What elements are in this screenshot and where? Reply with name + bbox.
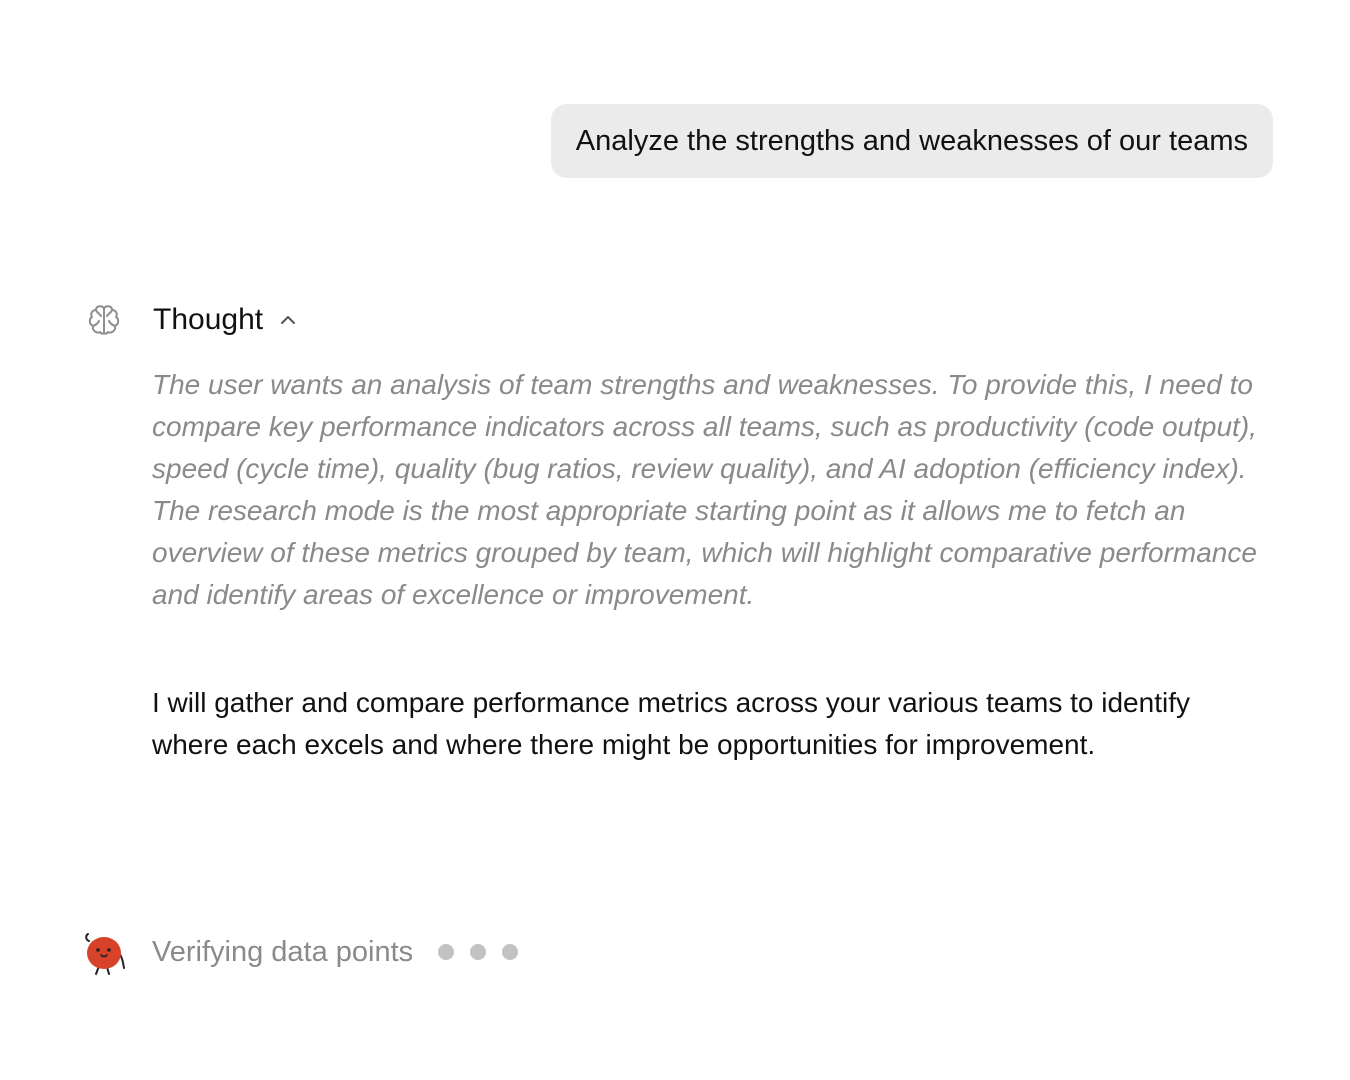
chevron-up-icon[interactable] xyxy=(279,311,297,329)
status-row: Verifying data points xyxy=(82,928,519,976)
thought-content: The user wants an analysis of team stren… xyxy=(152,369,1257,610)
loading-dot xyxy=(470,944,487,960)
user-message-bubble: Analyze the strengths and weaknesses of … xyxy=(550,104,1273,178)
mascot-icon xyxy=(82,928,126,976)
user-message-text: Analyze the strengths and weaknesses of … xyxy=(575,124,1248,157)
user-message-row: Analyze the strengths and weaknesses of … xyxy=(550,104,1273,178)
loading-dot xyxy=(438,944,455,960)
chat-page: Analyze the strengths and weaknesses of … xyxy=(0,0,1350,1080)
thought-header[interactable]: Thought xyxy=(86,300,297,340)
brain-icon xyxy=(86,302,122,338)
loading-dots xyxy=(438,944,519,960)
loading-dot xyxy=(502,944,519,960)
status-text: Verifying data points xyxy=(152,935,414,968)
thought-label: Thought xyxy=(153,303,264,336)
assistant-response: I will gather and compare performance me… xyxy=(152,687,1190,760)
